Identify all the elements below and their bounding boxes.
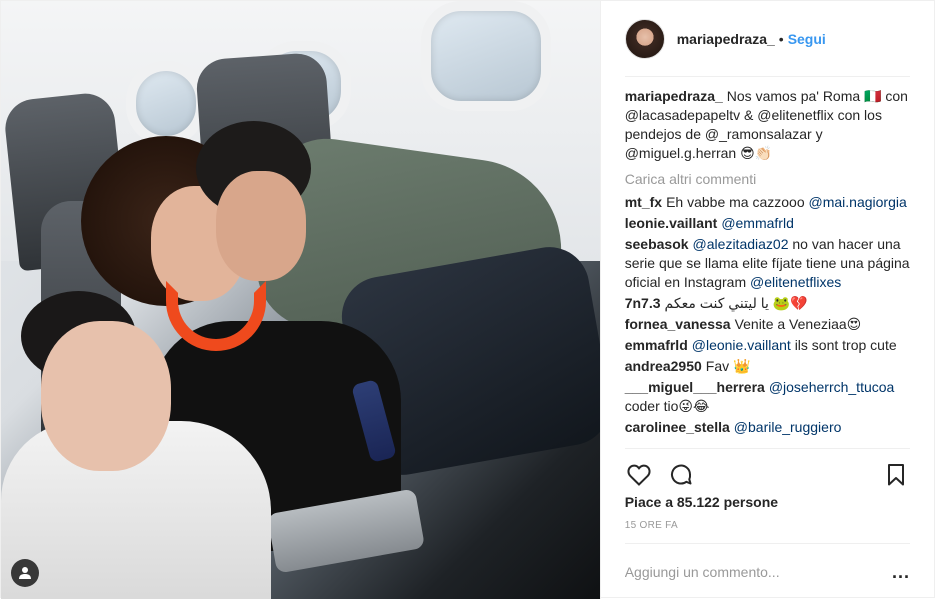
comment-item: 7n7.3 يا ليتني كنت معكم 🐸💔 [625,294,910,313]
comment-mention[interactable]: @joseherrch_ttucoa [769,379,895,395]
comment-item: emmafrld @leonie.vaillant ils sont trop c… [625,336,910,355]
comment-text: يا ليتني كنت معكم 🐸💔 [664,295,808,311]
face [216,171,306,281]
comment-bubble-icon[interactable] [667,461,695,489]
plane-window [421,1,551,111]
more-options-icon[interactable]: ... [892,563,910,581]
bookmark-icon[interactable] [882,461,910,489]
comment-username[interactable]: andrea2950 [625,358,702,374]
post-header: mariapedraza_ • Segui [624,1,910,77]
follow-button[interactable]: Segui [788,31,826,47]
plane-window [126,61,206,146]
comment-mention[interactable]: @elitenetflixes [750,274,841,290]
action-bar [624,448,910,492]
post-timestamp[interactable]: 15 ORE FA [625,520,910,531]
heart-glyph [627,464,651,486]
comment-item: seebasok @alezitadiaz02 no van hacer una … [625,235,910,292]
comment-text: ils sont trop cute [794,337,897,353]
comments-list[interactable]: mariapedraza_ Nos vamos pa' Roma 🇮🇹 con @… [601,77,910,448]
comment-text: coder tio😜😂 [624,398,710,414]
comment-input[interactable] [624,563,855,580]
comment-username[interactable]: seebasok [625,236,689,252]
comment-item: ___miguel___herrera @joseherrch_ttucoa co… [625,378,910,416]
user-tag-glyph [19,567,31,579]
likes-count[interactable]: Piace a 85.122 persone [625,494,910,510]
comment-mention[interactable]: @emmafrld [721,215,794,231]
post-side-panel: mariapedraza_ • Segui mariapedraza_ Nos v… [599,1,934,599]
load-more-comments-button[interactable]: Carica altri commenti [625,171,910,187]
comment-text: Fav 👑 [705,358,751,374]
post-photo[interactable] [1,1,600,599]
comment-username[interactable]: emmafrld [625,337,688,353]
comment-mention[interactable]: @barile_ruggiero [734,419,842,435]
comment-item: fornea_vanessa Venite a Veneziaa😍 [625,315,910,334]
face [41,321,171,471]
comment-username[interactable]: 7n7.3 [625,295,661,311]
comment-item: carolinee_stella @barile_ruggiero [625,418,910,436]
comment-username[interactable]: mt_fx [625,194,662,210]
comment-mention[interactable]: @alezitadiaz02 [693,236,789,252]
bookmark-glyph [888,463,904,485]
post-caption: mariapedraza_ Nos vamos pa' Roma 🇮🇹 con @… [625,87,910,163]
heart-icon[interactable] [625,461,653,489]
comment-item: mt_fx Eh vabbe ma cazzooo @mai.nagiorgia [625,193,910,212]
comment-username[interactable]: carolinee_stella [625,419,730,435]
comment-text: Eh vabbe ma cazzooo [666,194,805,210]
comment-item: andrea2950 Fav 👑 [625,357,910,376]
comment-username[interactable]: fornea_vanessa [625,316,731,332]
user-tag-icon[interactable] [11,559,39,587]
add-comment-section: ... [624,543,910,599]
comment-glyph [670,464,692,484]
comment-item: leonie.vaillant @emmafrld [625,214,910,233]
comment-mention[interactable]: @mai.nagiorgia [809,194,907,210]
caption-username[interactable]: mariapedraza_ [625,88,723,104]
comment-text: Venite a Veneziaa😍 [734,316,862,332]
instagram-post: mariapedraza_ • Segui mariapedraza_ Nos v… [0,0,935,599]
author-username[interactable]: mariapedraza_ [677,31,775,47]
separator-dot: • [778,30,784,47]
comment-username[interactable]: ___miguel___herrera [625,379,765,395]
avatar[interactable] [624,18,665,59]
comment-username[interactable]: leonie.vaillant [625,215,718,231]
comment-mention[interactable]: @leonie.vaillant [692,337,791,353]
